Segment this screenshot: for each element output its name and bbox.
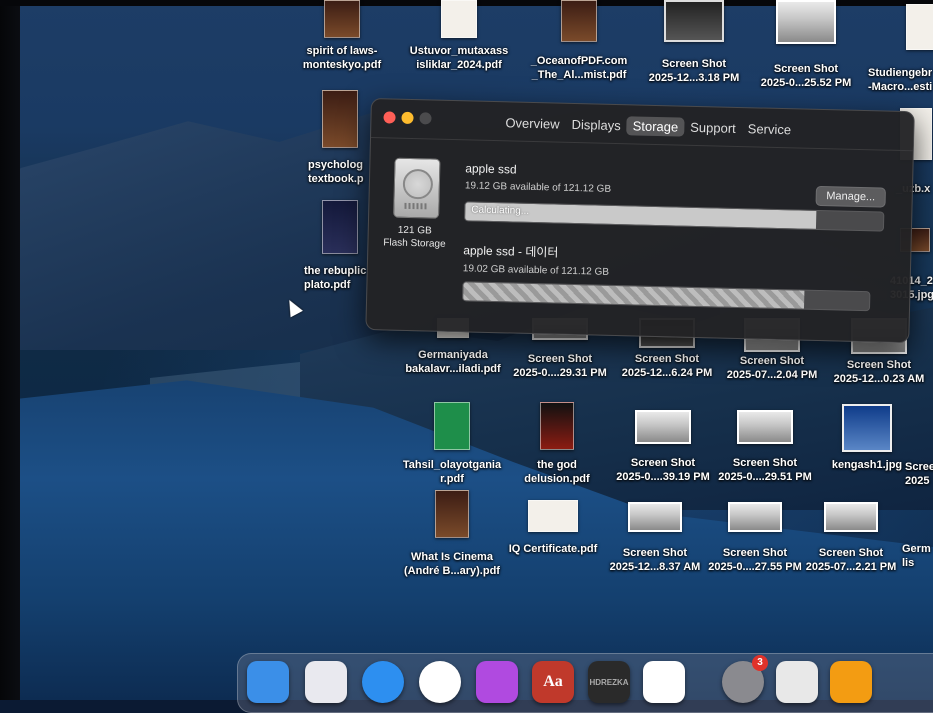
screenshot-thumbnail-icon <box>737 410 793 444</box>
disk-type: Flash Storage <box>383 237 446 250</box>
play-icon[interactable] <box>830 661 872 703</box>
file-label: Screen Shot 2025-12...6.24 PM <box>621 353 713 379</box>
desktop-file[interactable]: IQ Certificate.pdf <box>500 500 606 556</box>
tab-support[interactable]: Support <box>684 118 742 138</box>
pdf-thumbnail-icon <box>322 200 358 254</box>
screenshot-thumbnail-icon <box>776 0 836 44</box>
screenshot-thumbnail-icon <box>635 410 691 444</box>
file-label: Germ lis <box>902 543 931 569</box>
disk-caption: 121 GB Flash Storage <box>378 223 451 251</box>
screenshot-thumbnail-icon <box>824 502 878 532</box>
file-label: the god delusion.pdf <box>524 459 590 485</box>
desktop-file[interactable]: _OceanofPDF.com _The_Al...mist.pdf <box>523 0 635 82</box>
desktop-file[interactable]: Screen Shot 2025-0....29.51 PM <box>710 410 820 484</box>
pdf-thumbnail-icon <box>322 90 358 148</box>
screen-bezel <box>0 0 20 700</box>
file-label: Screen Shot 2025-0....27.55 PM <box>708 547 802 573</box>
chrome-icon[interactable] <box>419 661 461 703</box>
file-label: kengash1.jpg <box>831 459 903 471</box>
desktop-file[interactable]: Screen Shot 2025-12...8.37 AM <box>600 502 710 574</box>
pdf-thumbnail-icon <box>324 0 360 38</box>
volume-available: 19.12 GB available of 121.12 GB <box>464 180 612 195</box>
file-label: Screen 2025 <box>905 461 933 487</box>
desktop-file[interactable]: Screen Shot 2025-07...2.21 PM <box>796 502 906 574</box>
storage-usage-bar <box>462 281 871 312</box>
desktop-file[interactable]: kengash1.jpg <box>822 404 912 472</box>
hdrezka-icon[interactable]: HDREZKA <box>588 661 630 703</box>
disk-platter-icon <box>402 168 434 200</box>
file-label: Screen Shot 2025-0....29.31 PM <box>513 353 607 379</box>
tab-displays[interactable]: Displays <box>565 115 627 135</box>
desktop-file[interactable]: What Is Cinema (André B...ary).pdf <box>398 490 506 578</box>
dictionary-icon[interactable]: Aa <box>532 661 574 703</box>
storage-usage-fill <box>463 282 805 309</box>
flash-storage-disk-icon <box>393 157 441 219</box>
volume-name: apple ssd <box>465 161 517 177</box>
pdf-thumbnail-icon <box>906 4 933 50</box>
podcasts-icon[interactable] <box>476 661 518 703</box>
file-label: Screen Shot 2025-0....29.51 PM <box>718 457 812 483</box>
file-label: Screen Shot 2025-12...8.37 AM <box>609 547 701 573</box>
desktop-file[interactable]: Ustuvor_mutaxass isliklar_2024.pdf <box>403 0 515 72</box>
desktop-file[interactable]: spirit of laws- monteskyo.pdf <box>296 0 388 72</box>
file-label: Studiengebr -Macro...esti <box>868 67 933 93</box>
screenshot-thumbnail-icon <box>728 502 782 532</box>
desktop-file[interactable]: Screen Shot 2025-0....39.19 PM <box>608 410 718 484</box>
desktop-file[interactable]: Screen Shot 2025-0....27.55 PM <box>700 502 810 574</box>
pdf-thumbnail-icon <box>540 402 574 450</box>
close-button[interactable] <box>383 111 396 124</box>
divider <box>371 137 913 152</box>
pdf-thumbnail-icon <box>434 402 470 450</box>
tab-storage[interactable]: Storage <box>626 116 685 137</box>
file-label: What Is Cinema (André B...ary).pdf <box>404 551 500 577</box>
tab-overview[interactable]: Overview <box>499 113 566 134</box>
desktop-file[interactable]: Germ lis <box>902 542 933 570</box>
launchpad-icon[interactable] <box>305 661 347 703</box>
safari-icon[interactable] <box>362 661 404 703</box>
desktop-file[interactable]: the god delusion.pdf <box>510 402 604 486</box>
desktop-file[interactable]: Studiengebr -Macro...esti <box>858 4 933 94</box>
notification-badge: 3 <box>752 655 768 671</box>
desktop-file[interactable]: psycholog textbook.p <box>300 90 380 186</box>
pdf-thumbnail-icon <box>561 0 597 42</box>
desktop-file[interactable]: Tahsil_olayotgania r.pdf <box>400 402 504 486</box>
image-thumbnail-icon <box>842 404 892 452</box>
pdf-thumbnail-icon <box>441 0 477 38</box>
volume-available: 19.02 GB available of 121.12 GB <box>462 263 610 278</box>
file-label: Screen Shot 2025-12...0.23 AM <box>833 359 925 385</box>
desktop-file[interactable]: Screen 2025 <box>905 440 933 488</box>
file-label: _OceanofPDF.com _The_Al...mist.pdf <box>530 55 628 81</box>
file-label: Germaniyada bakalavr...iladi.pdf <box>405 349 501 375</box>
storage-bar-status: Calculating... <box>471 204 530 217</box>
finder-icon[interactable] <box>247 661 289 703</box>
volume-info: apple ssd - 데이터 19.02 GB available of 12… <box>463 241 610 278</box>
file-label: Ustuvor_mutaxass isliklar_2024.pdf <box>409 45 509 71</box>
minimize-button[interactable] <box>401 111 414 125</box>
zoom-button[interactable] <box>419 112 432 125</box>
screenshot-thumbnail-icon <box>664 0 724 42</box>
file-label: Screen Shot 2025-0...25.52 PM <box>760 63 852 89</box>
pdf-thumbnail-icon <box>528 500 578 532</box>
file-label: IQ Certificate.pdf <box>508 543 598 555</box>
calculator-icon[interactable] <box>776 661 818 703</box>
desktop-file[interactable]: Screen Shot 2025-0...25.52 PM <box>750 0 862 90</box>
manage-button[interactable]: Manage... <box>815 185 886 208</box>
file-label: Screen Shot 2025-07...2.21 PM <box>805 547 897 573</box>
volume-info: apple ssd 19.12 GB available of 121.12 G… <box>465 161 612 195</box>
about-this-mac-window: Overview Displays Storage Support Servic… <box>365 98 915 344</box>
file-label: Screen Shot 2025-0....39.19 PM <box>616 457 710 483</box>
file-label: Screen Shot 2025-07...2.04 PM <box>726 355 818 381</box>
tab-service[interactable]: Service <box>742 119 798 139</box>
file-label: Tahsil_olayotgania r.pdf <box>402 459 502 485</box>
disk-vents <box>404 202 429 210</box>
desktop-file[interactable]: Screen Shot 2025-12...3.18 PM <box>638 0 750 85</box>
pdf-thumbnail-icon <box>435 490 469 538</box>
tab-bar: Overview Displays Storage Support Servic… <box>499 113 797 139</box>
file-label: spirit of laws- monteskyo.pdf <box>302 45 382 71</box>
chatgpt-icon[interactable] <box>643 661 685 703</box>
screenshot-thumbnail-icon <box>628 502 682 532</box>
file-label: Screen Shot 2025-12...3.18 PM <box>648 58 740 84</box>
volume-name: apple ssd - 데이터 <box>463 243 559 260</box>
